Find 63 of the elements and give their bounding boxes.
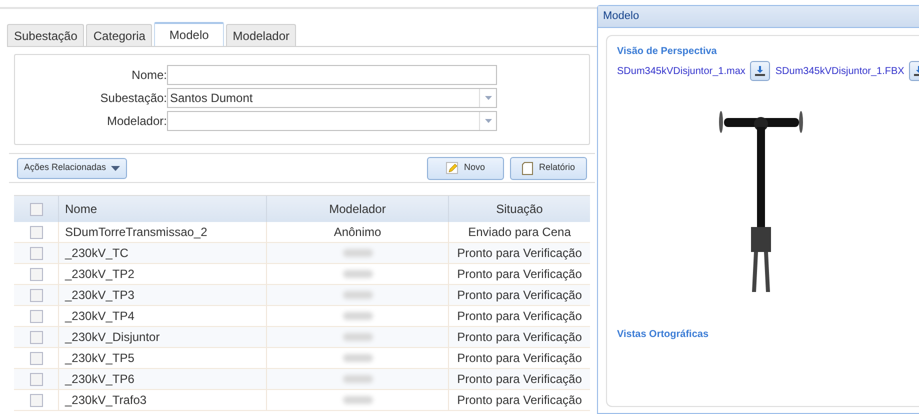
table-cell-text: _230kV_TP4 [65, 308, 134, 325]
checkbox[interactable] [30, 246, 42, 260]
table-cell-text: _230kV_Disjuntor [65, 329, 160, 346]
table-row[interactable]: _230kV_TC Pronto para Verificação [14, 243, 590, 264]
checkbox[interactable] [30, 288, 42, 302]
checkbox[interactable] [30, 226, 42, 238]
table-row[interactable]: _230kV_TP5 Pronto para Verificação [14, 348, 590, 369]
tab[interactable]: Modelador [226, 24, 296, 46]
table-row[interactable]: _230kV_TP6 Pronto para Verificação [14, 369, 590, 390]
section-title: Vistas Ortográficas [617, 328, 710, 342]
checkbox[interactable] [30, 330, 42, 344]
tab[interactable]: Modelo [154, 22, 224, 46]
table-cell-text: SDumTorreTransmissao_2 [65, 224, 208, 241]
field-label: Modelador: [106, 113, 167, 130]
checkbox[interactable] [30, 310, 42, 322]
report-button[interactable]: Relatório [510, 156, 587, 180]
table-cell-text: Anônimo [334, 224, 382, 241]
table-cell-text: _230kV_TP2 [65, 266, 134, 283]
table-row[interactable]: _230kV_Disjuntor Pronto para Verificação [14, 327, 590, 348]
table-cell-text: Pronto para Verificação [457, 371, 582, 388]
checkbox[interactable] [30, 394, 42, 406]
dropdown-arrow-icon [484, 96, 492, 100]
table-row[interactable]: _230kV_TP2 Pronto para Verificação [14, 264, 590, 285]
field-label: Nome: [130, 67, 167, 84]
table-cell-text: _230kV_TP3 [65, 287, 134, 304]
select-field[interactable]: Santos Dumont [167, 88, 497, 108]
table-row[interactable]: _230kV_TP3 Pronto para Verificação [14, 285, 590, 306]
checkbox[interactable] [30, 352, 42, 364]
section-title: Visão de Perspectiva [617, 45, 718, 59]
select-field[interactable] [167, 111, 497, 131]
table-row[interactable]: _230kV_TP4 Pronto para Verificação [14, 306, 590, 327]
checkbox[interactable] [30, 202, 42, 216]
file-link[interactable]: SDum345kVDisjuntor_1.max [617, 64, 746, 78]
table-cell-text: _230kV_Trafo3 [65, 392, 147, 409]
download-button[interactable] [750, 61, 770, 81]
document-icon [522, 162, 533, 174]
table-cell-text: Pronto para Verificação [457, 329, 582, 346]
tab[interactable]: Subestação [7, 24, 84, 46]
checkbox[interactable] [30, 268, 42, 280]
table-cell-text: Pronto para Verificação [457, 350, 582, 367]
table-cell-text: Pronto para Verificação [457, 308, 582, 325]
pencil-icon [446, 162, 458, 174]
table-cell-text: _230kV_TP6 [65, 371, 134, 388]
input-field[interactable] [167, 65, 497, 85]
related-actions-button[interactable]: Ações Relacionadas [17, 158, 128, 178]
table-cell-text: Pronto para Verificação [457, 266, 582, 283]
table-cell-text: Pronto para Verificação [457, 245, 582, 262]
dropdown-arrow-icon [484, 119, 492, 123]
table-cell-text: Enviado para Cena [468, 224, 571, 241]
tab[interactable]: Categoria [86, 24, 152, 46]
checkbox[interactable] [30, 372, 42, 386]
download-icon [754, 65, 766, 77]
table-cell-text: Pronto para Verificação [457, 287, 582, 304]
table-cell-text: _230kV_TP5 [65, 350, 134, 367]
file-link[interactable]: SDum345kVDisjuntor_1.FBX [775, 64, 904, 78]
panel-title: Modelo [603, 9, 640, 24]
dropdown-arrow-icon [111, 166, 120, 170]
table-row[interactable]: _230kV_Trafo3 Pronto para Verificação [14, 390, 590, 411]
table-cell-text: _230kV_TC [65, 245, 128, 262]
table-row[interactable]: SDumTorreTransmissao_2 Anônimo Enviado para Cena [14, 222, 590, 243]
field-label: Subestação: [99, 90, 167, 107]
new-button[interactable]: Novo [427, 156, 504, 180]
table-cell-text: Pronto para Verificação [457, 392, 582, 409]
